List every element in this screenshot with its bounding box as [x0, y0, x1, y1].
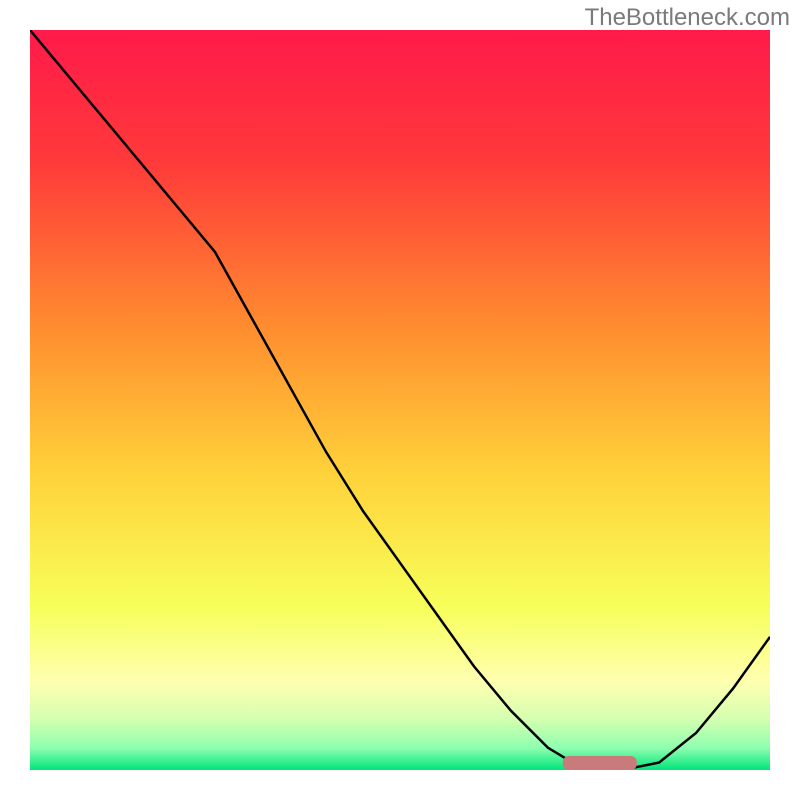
optimum-marker [563, 756, 637, 770]
watermark-text: TheBottleneck.com [585, 4, 790, 32]
chart-background [30, 30, 770, 770]
bottleneck-chart [30, 30, 770, 770]
